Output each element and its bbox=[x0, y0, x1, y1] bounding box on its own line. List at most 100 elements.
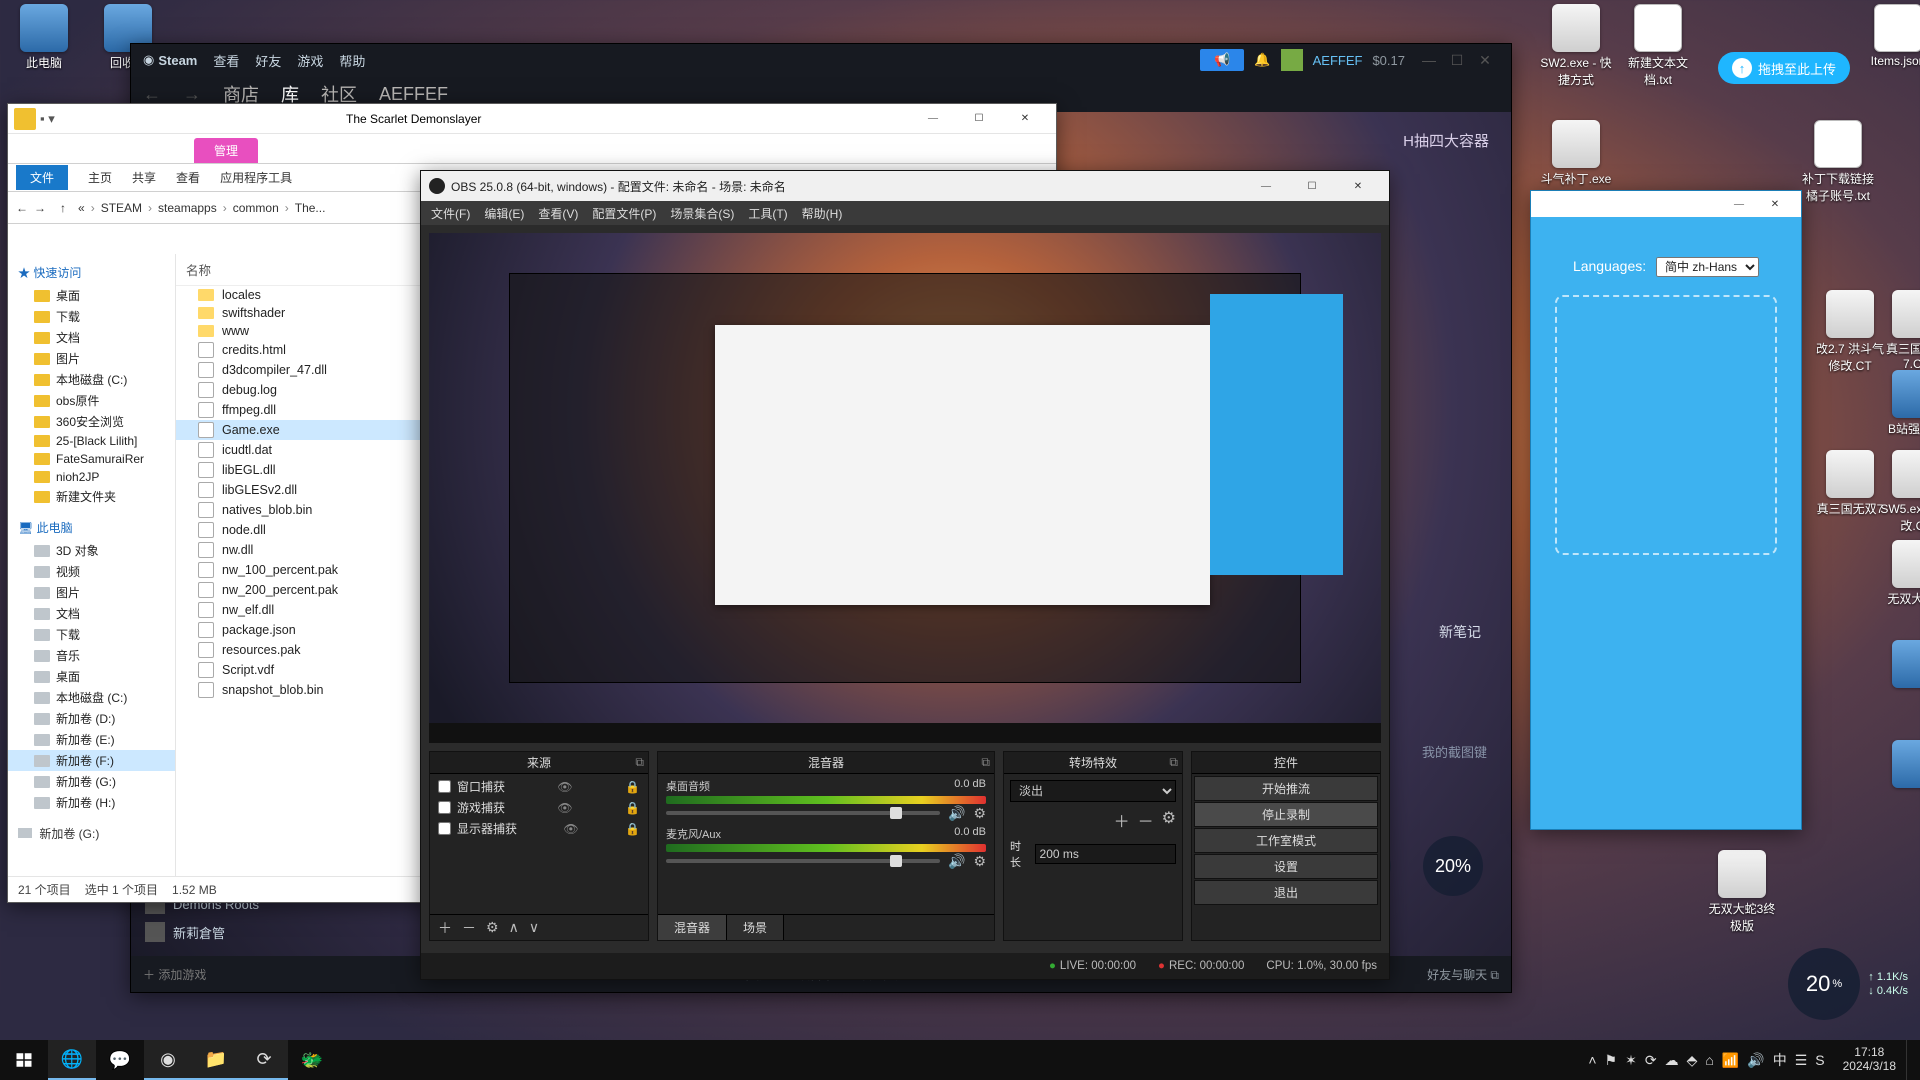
crumb-4[interactable]: The... bbox=[291, 201, 330, 215]
source-item[interactable]: 游戏捕获👁🔒 bbox=[432, 797, 646, 818]
src-down-button[interactable]: ∨ bbox=[529, 919, 539, 936]
language-select[interactable]: 简中 zh-Hans bbox=[1656, 257, 1759, 277]
tray-icon[interactable]: ⚑ bbox=[1605, 1052, 1618, 1069]
desktop-icon-dw7r[interactable]: 无双大蛇3终极版 bbox=[1704, 850, 1780, 934]
volume-slider[interactable] bbox=[666, 811, 940, 815]
source-item[interactable]: 窗口捕获👁🔒 bbox=[432, 776, 646, 797]
steam-add-game[interactable]: ＋ 添加游戏 bbox=[143, 966, 206, 983]
gear-icon[interactable]: ⚙ bbox=[973, 853, 986, 870]
crumb-1[interactable]: STEAM bbox=[97, 201, 146, 215]
steam-announce-button[interactable]: 📢 bbox=[1200, 49, 1244, 71]
obs-control-button[interactable]: 开始推流 bbox=[1194, 776, 1378, 801]
sidebar-item[interactable]: 新建文件夹 bbox=[8, 486, 175, 507]
eye-icon[interactable]: 👁 bbox=[557, 780, 572, 794]
crumb-2[interactable]: steamapps bbox=[154, 201, 221, 215]
sidebar-item[interactable]: 下载 bbox=[8, 306, 175, 327]
steam-bell-icon[interactable]: 🔔 bbox=[1254, 52, 1270, 68]
sidebar-item[interactable]: 新加卷 (G:) bbox=[8, 771, 175, 792]
speaker-icon[interactable]: 🔊 bbox=[948, 805, 965, 822]
desktop-icon-dw7[interactable]: 真三国无双7 bbox=[1812, 450, 1888, 517]
desktop-icon-orochiz[interactable]: 无双大蛇.z bbox=[1878, 540, 1920, 607]
source-checkbox[interactable] bbox=[438, 780, 451, 793]
sidebar-item[interactable]: 新加卷 (E:) bbox=[8, 729, 175, 750]
desktop-icon-douqi[interactable]: 斗气补丁.exe bbox=[1538, 120, 1614, 187]
obs-control-button[interactable]: 设置 bbox=[1194, 854, 1378, 879]
steam-menu-help[interactable]: 帮助 bbox=[339, 51, 365, 70]
desktop-icon-itemsjson[interactable]: Items.json bbox=[1860, 4, 1920, 68]
lock-icon[interactable]: 🔒 bbox=[625, 801, 640, 815]
desktop-icon-sw2[interactable]: SW2.exe - 快捷方式 bbox=[1538, 4, 1614, 88]
eye-icon[interactable]: 👁 bbox=[563, 822, 578, 836]
obs-menu-edit[interactable]: 编辑(E) bbox=[484, 205, 524, 222]
lang-min-button[interactable]: — bbox=[1721, 191, 1757, 217]
explorer-ribbon-share[interactable]: 共享 bbox=[132, 169, 156, 186]
desktop-icon-orochi3[interactable] bbox=[1878, 740, 1920, 790]
src-up-button[interactable]: ∧ bbox=[509, 919, 519, 936]
desktop-icon-ct1[interactable]: 改2.7 洪斗气修改.CT bbox=[1812, 290, 1888, 374]
tray-network-icon[interactable]: 📶 bbox=[1722, 1052, 1739, 1069]
sidebar-item[interactable]: 图片 bbox=[8, 348, 175, 369]
tray-icon[interactable]: ⟳ bbox=[1645, 1052, 1657, 1069]
sidebar-item[interactable]: FateSamuraiRer bbox=[8, 450, 175, 468]
steam-min-button[interactable]: — bbox=[1415, 52, 1443, 69]
mixer-tab-scenes[interactable]: 场景 bbox=[727, 915, 784, 940]
eye-icon[interactable]: 👁 bbox=[557, 801, 572, 815]
duration-input[interactable] bbox=[1035, 844, 1176, 864]
obs-menu-scenes[interactable]: 场景集合(S) bbox=[670, 205, 734, 222]
sidebar-item[interactable]: 文档 bbox=[8, 603, 175, 624]
explorer-tab-manage[interactable]: 管理 bbox=[194, 138, 258, 163]
obs-titlebar[interactable]: OBS 25.0.8 (64-bit, windows) - 配置文件: 未命名… bbox=[421, 171, 1389, 201]
crumb-up[interactable]: ↑ bbox=[52, 201, 74, 215]
steam-forward-button[interactable]: → bbox=[183, 84, 201, 105]
steam-username[interactable]: AEFFEF bbox=[1313, 53, 1363, 68]
tray-chevron-icon[interactable]: ˄ bbox=[1588, 1052, 1596, 1068]
source-item[interactable]: 显示器捕获👁🔒 bbox=[432, 818, 646, 839]
desktop-icon-bili[interactable]: B站强暴姬 bbox=[1878, 370, 1920, 437]
desktop-icon-patchtxt[interactable]: 补丁下载链接 橘子账号.txt bbox=[1800, 120, 1876, 204]
source-checkbox[interactable] bbox=[438, 822, 451, 835]
sidebar-item[interactable]: 文档 bbox=[8, 327, 175, 348]
gear-icon[interactable]: ⚙ bbox=[973, 805, 986, 822]
steam-lib-item-1[interactable]: 新莉倉管 bbox=[137, 918, 437, 946]
sidebar-item[interactable]: 3D 对象 bbox=[8, 540, 175, 561]
desktop-icon-newtxt[interactable]: 新建文本文档.txt bbox=[1620, 4, 1696, 88]
panel-popout-icon[interactable]: ⧉ bbox=[635, 755, 644, 770]
volume-slider[interactable] bbox=[666, 859, 940, 863]
obs-min-button[interactable]: — bbox=[1243, 171, 1289, 201]
panel-popout-icon[interactable]: ⧉ bbox=[981, 755, 990, 770]
obs-menu-help[interactable]: 帮助(H) bbox=[802, 205, 843, 222]
tray-icon[interactable]: ☰ bbox=[1795, 1052, 1808, 1069]
sidebar-item[interactable]: 本地磁盘 (C:) bbox=[8, 687, 175, 708]
sidebar-item[interactable]: 视频 bbox=[8, 561, 175, 582]
steam-avatar[interactable] bbox=[1281, 49, 1303, 71]
lock-icon[interactable]: 🔒 bbox=[625, 780, 640, 794]
steam-close-button[interactable]: ✕ bbox=[1471, 52, 1499, 69]
desktop-icon-sw5[interactable]: SW5.exe - 修改.CT bbox=[1878, 450, 1920, 534]
sidebar-net-header[interactable]: 新加卷 (G:) bbox=[8, 821, 175, 846]
tray-icon[interactable]: ☁ bbox=[1665, 1052, 1679, 1069]
obs-close-button[interactable]: ✕ bbox=[1335, 171, 1381, 201]
explorer-max-button[interactable]: ☐ bbox=[956, 104, 1002, 134]
obs-control-button[interactable]: 工作室模式 bbox=[1194, 828, 1378, 853]
explorer-ribbon-file[interactable]: 文件 bbox=[16, 165, 68, 190]
taskbar-steam[interactable]: ⟳ bbox=[240, 1040, 288, 1080]
tray-icon[interactable]: ✶ bbox=[1625, 1052, 1637, 1069]
speaker-icon[interactable]: 🔊 bbox=[948, 853, 965, 870]
upload-badge[interactable]: ↑ 拖拽至此上传 bbox=[1718, 52, 1850, 84]
language-dropzone[interactable] bbox=[1555, 295, 1777, 555]
mixer-tab-mixer[interactable]: 混音器 bbox=[658, 915, 727, 940]
sidebar-item[interactable]: obs原件 bbox=[8, 390, 175, 411]
taskbar-edge[interactable]: 🌐 bbox=[48, 1040, 96, 1080]
lang-close-button[interactable]: ✕ bbox=[1757, 191, 1793, 217]
lock-icon[interactable]: 🔒 bbox=[625, 822, 640, 836]
tray-ime-icon[interactable]: 中 bbox=[1773, 1050, 1787, 1070]
panel-popout-icon[interactable]: ⧉ bbox=[1169, 755, 1178, 770]
taskbar-obs[interactable]: ◉ bbox=[144, 1040, 192, 1080]
sidebar-item[interactable]: 新加卷 (H:) bbox=[8, 792, 175, 813]
sidebar-item[interactable]: 25-[Black Lilith] bbox=[8, 432, 175, 450]
explorer-ribbon-home[interactable]: 主页 bbox=[88, 169, 112, 186]
sidebar-item[interactable]: nioh2JP bbox=[8, 468, 175, 486]
obs-control-button[interactable]: 停止录制 bbox=[1194, 802, 1378, 827]
steam-menu-view[interactable]: 查看 bbox=[213, 51, 239, 70]
obs-preview[interactable] bbox=[429, 233, 1381, 743]
